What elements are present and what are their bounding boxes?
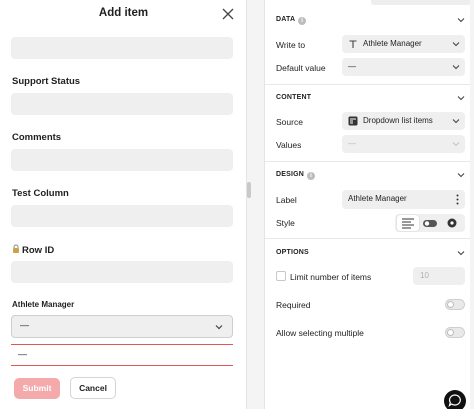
panel-splitter[interactable] — [247, 0, 264, 409]
limit-items-input[interactable]: 10 — [413, 267, 465, 285]
athlete-manager-select[interactable]: — — [11, 315, 233, 338]
options-section-heading[interactable]: OPTIONS — [276, 249, 309, 256]
cancel-button[interactable]: Cancel — [70, 377, 116, 399]
limit-items-value: 10 — [420, 271, 429, 280]
limit-items-label: Limit number of items — [290, 272, 372, 282]
label-input[interactable]: Athlete Manager — [342, 190, 465, 209]
source-label: Source — [276, 117, 303, 127]
chevron-down-icon[interactable] — [457, 171, 465, 179]
values-label: Values — [276, 140, 302, 150]
allow-multiple-toggle[interactable] — [445, 327, 465, 338]
athlete-manager-value: — — [20, 320, 29, 330]
data-section-heading[interactable]: DATA i — [276, 16, 307, 25]
label-input-value: Athlete Manager — [348, 194, 407, 203]
label-row-label: Label — [276, 195, 297, 205]
support-status-input[interactable] — [11, 93, 233, 115]
style-option-radio[interactable] — [441, 215, 463, 231]
values-select: — — [342, 135, 465, 153]
design-heading-text: DESIGN — [276, 171, 305, 178]
source-value: Dropdown list items — [363, 116, 433, 125]
test-column-input[interactable] — [11, 205, 233, 227]
divider — [265, 84, 471, 85]
content-section-heading[interactable]: CONTENT — [276, 94, 311, 101]
right-edge — [470, 0, 474, 409]
write-to-select[interactable]: Athlete Manager — [342, 35, 465, 53]
align-left-icon — [402, 218, 414, 229]
divider — [265, 161, 471, 162]
tab-strip[interactable] — [371, 0, 471, 5]
allow-multiple-label: Allow selecting multiple — [276, 328, 364, 338]
required-toggle[interactable] — [445, 299, 465, 310]
comments-label: Comments — [12, 132, 62, 143]
close-icon[interactable] — [221, 7, 235, 21]
modal-footer: Submit Cancel — [0, 370, 246, 409]
chevron-down-icon — [452, 42, 460, 47]
default-value-select[interactable]: — — [342, 58, 465, 76]
toggle-knob — [447, 329, 454, 336]
settings-panel: DATA i Write to Athlete Manager Default v… — [264, 0, 471, 409]
dropdown-option[interactable]: — — [11, 344, 233, 366]
athlete-manager-label: Athlete Manager — [12, 300, 75, 309]
data-heading-text: DATA — [276, 16, 296, 23]
default-value-value: — — [348, 62, 356, 71]
write-to-label: Write to — [276, 40, 306, 50]
dropdown-list-icon — [348, 116, 358, 126]
chat-bubble-icon — [448, 394, 461, 408]
row-id-label-wrap: Row ID — [12, 244, 54, 256]
resize-handle[interactable] — [247, 182, 251, 198]
toggle-knob — [447, 301, 454, 308]
info-icon: i — [298, 17, 307, 25]
row-id-input — [11, 261, 233, 283]
design-section-heading[interactable]: DESIGN i — [276, 171, 316, 180]
source-select[interactable]: Dropdown list items — [342, 112, 465, 130]
chat-button[interactable] — [444, 390, 466, 409]
dropdown-option-label: — — [18, 349, 27, 359]
radio-style-icon — [447, 218, 457, 228]
chevron-down-icon — [215, 325, 223, 330]
values-value: — — [348, 139, 356, 148]
toggle-style-icon — [423, 220, 437, 227]
style-label: Style — [276, 218, 295, 228]
lock-icon — [13, 244, 19, 253]
style-segmented-control — [395, 214, 465, 232]
chevron-down-icon[interactable] — [457, 249, 465, 257]
chevron-down-icon — [452, 119, 460, 124]
chevron-down-icon — [452, 65, 460, 70]
write-to-value: Athlete Manager — [363, 39, 422, 48]
chevron-down-icon[interactable] — [457, 16, 465, 24]
divider — [265, 238, 471, 239]
default-value-label: Default value — [276, 63, 326, 73]
top-field-input[interactable] — [11, 37, 233, 59]
modal-title: Add item — [98, 7, 149, 19]
submit-button[interactable]: Submit — [14, 378, 60, 399]
row-id-label: Row ID — [22, 245, 55, 256]
style-option-toggle[interactable] — [419, 215, 441, 231]
add-item-modal: Add item Support Status Comments Test Co… — [0, 0, 247, 409]
comments-input[interactable] — [11, 149, 233, 171]
chevron-down-icon — [452, 142, 460, 147]
test-column-label: Test Column — [12, 188, 69, 199]
chevron-down-icon[interactable] — [457, 94, 465, 102]
required-label: Required — [276, 300, 311, 310]
more-vertical-icon[interactable] — [456, 194, 459, 205]
limit-items-checkbox[interactable] — [276, 271, 286, 281]
style-option-list[interactable] — [397, 215, 419, 231]
text-type-icon — [349, 40, 357, 48]
support-status-label: Support Status — [12, 76, 81, 87]
info-icon: i — [307, 172, 316, 180]
